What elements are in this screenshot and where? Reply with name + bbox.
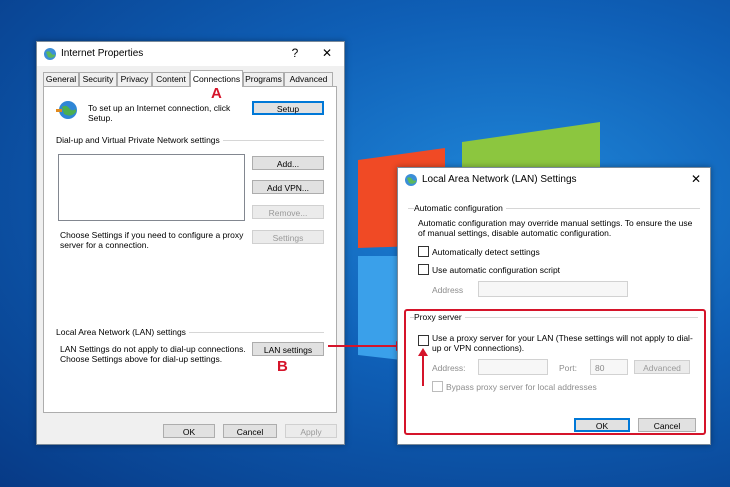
network-setup-icon — [56, 101, 77, 119]
automatic-configuration-description: Automatic configuration may override man… — [418, 218, 693, 238]
setup-description: To set up an Internet connection, click … — [88, 103, 231, 123]
close-icon[interactable]: ✕ — [319, 46, 335, 60]
annotation-arrow-up — [418, 348, 428, 386]
lan-description: LAN Settings do not apply to dial-up con… — [60, 344, 246, 364]
tab-privacy[interactable]: Privacy — [117, 72, 152, 86]
tab-connections[interactable]: Connections — [190, 70, 243, 87]
internet-globe-icon — [44, 48, 56, 60]
advanced-button[interactable]: Advanced — [634, 360, 690, 374]
lan-heading: Local Area Network (LAN) settings — [56, 327, 189, 337]
ok-button[interactable]: OK — [163, 424, 215, 438]
dialog-title: Local Area Network (LAN) Settings — [422, 174, 577, 185]
close-icon[interactable]: ✕ — [688, 172, 704, 186]
dialup-connections-list[interactable] — [58, 154, 245, 221]
auto-detect-checkbox[interactable] — [418, 246, 429, 257]
remove-button[interactable]: Remove... — [252, 205, 324, 219]
auto-script-checkbox[interactable] — [418, 264, 429, 275]
script-address-label: Address — [432, 285, 464, 295]
cancel-button[interactable]: Cancel — [223, 424, 277, 438]
connections-tab-body: To set up an Internet connection, click … — [43, 86, 337, 413]
dialup-heading: Dial-up and Virtual Private Network sett… — [56, 135, 223, 145]
choose-settings-text: Choose Settings if you need to configure… — [60, 230, 244, 250]
auto-script-label: Use automatic configuration script — [432, 265, 561, 275]
internet-globe-icon — [405, 174, 417, 186]
port-input[interactable]: 80 — [590, 359, 628, 375]
annotation-b: B — [277, 358, 288, 375]
apply-button[interactable]: Apply — [285, 424, 337, 438]
internet-properties-titlebar: Internet Properties ? ✕ — [37, 42, 344, 66]
add-vpn-button[interactable]: Add VPN... — [252, 180, 324, 194]
bypass-local-label: Bypass proxy server for local addresses — [446, 382, 597, 392]
tab-content[interactable]: Content — [152, 72, 190, 86]
add-button[interactable]: Add... — [252, 156, 324, 170]
port-label: Port: — [559, 363, 577, 373]
proxy-address-input[interactable] — [478, 359, 548, 375]
lan-ok-button[interactable]: OK — [574, 418, 630, 432]
use-proxy-checkbox[interactable] — [418, 335, 429, 346]
tab-security[interactable]: Security — [79, 72, 117, 86]
tab-general[interactable]: General — [43, 72, 79, 86]
script-address-input[interactable] — [478, 281, 628, 297]
auto-detect-label: Automatically detect settings — [432, 247, 540, 257]
internet-properties-dialog: Internet Properties ? ✕ General Security… — [36, 41, 345, 445]
annotation-a: A — [211, 85, 222, 102]
lan-cancel-button[interactable]: Cancel — [638, 418, 696, 432]
setup-button[interactable]: Setup — [252, 101, 324, 115]
tab-programs[interactable]: Programs — [243, 72, 284, 86]
help-button[interactable]: ? — [287, 46, 303, 60]
dialog-title: Internet Properties — [61, 48, 144, 59]
tab-advanced[interactable]: Advanced — [284, 72, 333, 86]
lan-settings-dialog: Local Area Network (LAN) Settings ✕ Auto… — [397, 167, 711, 445]
proxy-address-label: Address: — [432, 363, 466, 373]
lan-settings-button[interactable]: LAN settings — [252, 342, 324, 356]
use-proxy-label: Use a proxy server for your LAN (These s… — [432, 333, 693, 353]
proxy-server-heading: Proxy server — [414, 312, 465, 322]
lan-dialog-body: Automatic configuration Automatic config… — [398, 192, 710, 444]
annotation-arrow-right — [328, 341, 404, 351]
bypass-local-checkbox[interactable] — [432, 381, 443, 392]
automatic-configuration-heading: Automatic configuration — [414, 203, 506, 213]
lan-settings-titlebar: Local Area Network (LAN) Settings ✕ — [398, 168, 710, 192]
settings-button[interactable]: Settings — [252, 230, 324, 244]
